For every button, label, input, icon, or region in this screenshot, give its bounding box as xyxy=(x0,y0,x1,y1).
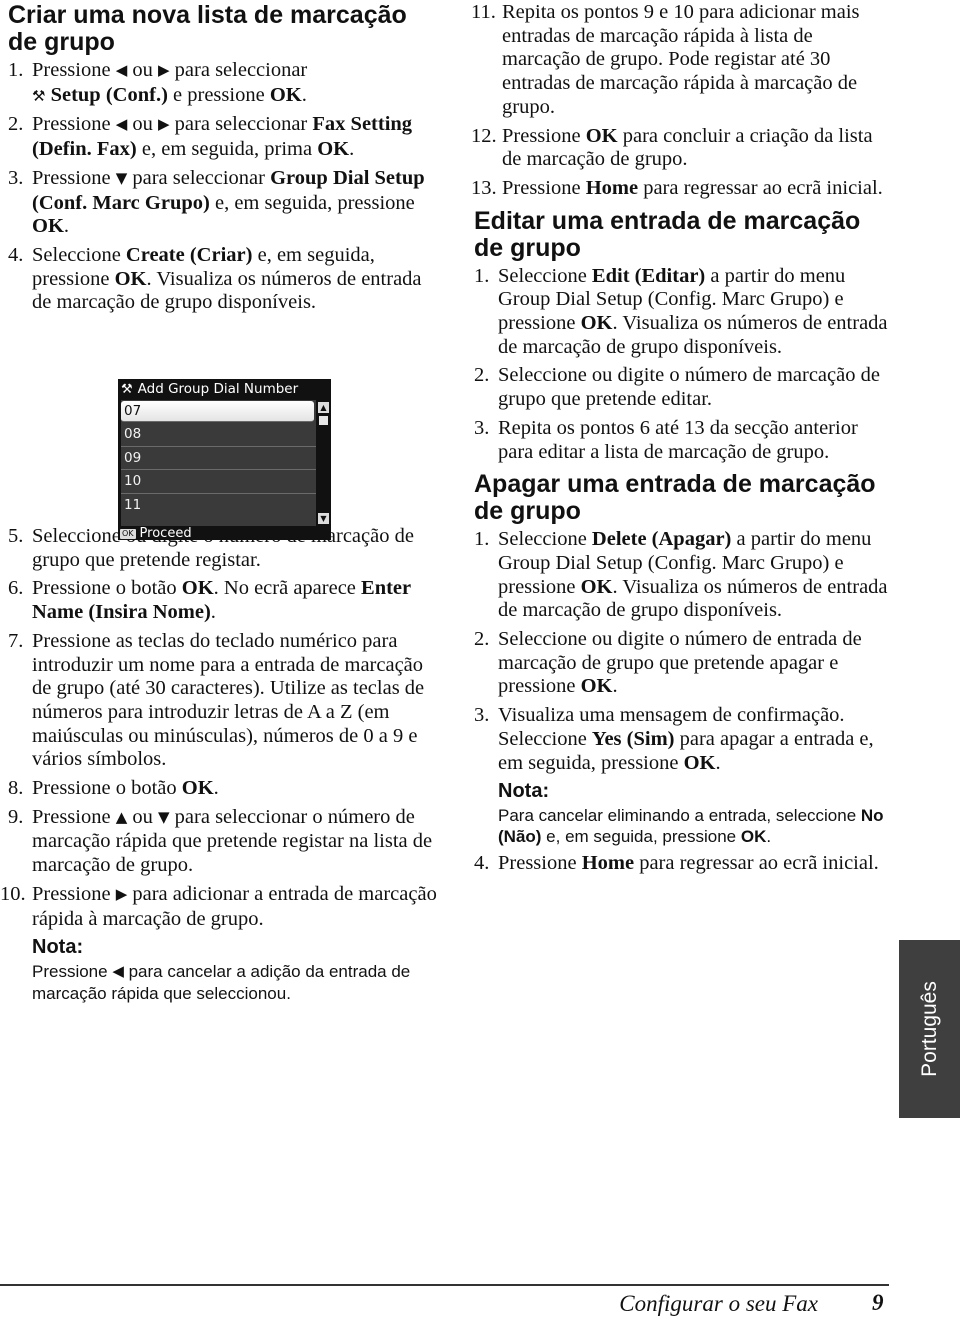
step-number: 1. xyxy=(474,264,490,287)
step-number: 1. xyxy=(474,528,490,551)
lcd-title-bar: ⚒ Add Group Dial Number xyxy=(121,380,298,399)
wrench-screwdriver-icon: ⚒ xyxy=(32,86,46,105)
step-item: 7. Pressione as teclas do teclado numéri… xyxy=(8,629,425,771)
step-item: 11. Repita os pontos 9 e 10 para adicion… xyxy=(471,1,860,118)
section-heading-delete: Apagar uma entrada de marcação de grupo xyxy=(474,470,876,526)
step-item: 2. Pressione ◀ ou ▶ para seleccionar Fax… xyxy=(8,113,413,161)
note-body: Pressione ◀ para cancelar a adição da en… xyxy=(32,962,411,1004)
step-number: 12. xyxy=(471,124,497,147)
down-arrow-icon: ▼ xyxy=(115,168,128,187)
step-number: 2. xyxy=(474,364,490,387)
lcd-list-item-selected[interactable]: 07 xyxy=(121,401,314,423)
lcd-screen-illustration: ⚒ Add Group Dial Number 07 08 09 10 11 ▲… xyxy=(118,379,331,541)
step-item: 8. Pressione o botão OK. xyxy=(8,777,219,800)
step-number: 3. xyxy=(474,416,490,439)
step-number: 4. xyxy=(8,243,24,266)
lcd-footer-label: Proceed xyxy=(139,526,192,541)
language-tab-label: Português xyxy=(917,981,941,1077)
scroll-thumb[interactable] xyxy=(319,416,328,425)
footer-divider xyxy=(0,1284,889,1286)
ok-button-icon: OK xyxy=(120,528,136,539)
step-item: 10. Pressione ▶ para adicionar a entrada… xyxy=(0,882,437,1004)
step-number: 2. xyxy=(8,113,24,136)
step-item: 1. Seleccione Edit (Editar) a partir do … xyxy=(474,264,888,358)
step-number: 5. xyxy=(8,525,24,548)
step-item: 2. Seleccione ou digite o número de marc… xyxy=(474,364,880,411)
lcd-scrollbar[interactable]: ▲ ▼ xyxy=(318,400,329,526)
lcd-title: Add Group Dial Number xyxy=(137,381,299,397)
lcd-number-list: 07 08 09 10 11 xyxy=(121,400,316,526)
step-number: 8. xyxy=(8,777,24,800)
lcd-footer: OK Proceed xyxy=(120,526,192,541)
step-item: 13. Pressione Home para regressar ao ecr… xyxy=(471,176,883,199)
lcd-list-item[interactable]: 08 xyxy=(121,423,316,447)
step-number: 10. xyxy=(0,882,26,905)
step-number: 4. xyxy=(474,852,490,875)
language-side-tab: Português xyxy=(899,940,960,1118)
step-item: 6. Pressione o botão OK. No ecrã aparece… xyxy=(8,577,411,624)
up-arrow-icon: ▲ xyxy=(115,807,128,826)
step-number: 11. xyxy=(471,1,496,23)
left-arrow-icon: ◀ xyxy=(112,962,124,981)
scroll-up-icon[interactable]: ▲ xyxy=(318,402,329,413)
step-number: 7. xyxy=(8,629,24,652)
create-steps-continued: 11. Repita os pontos 9 e 10 para adicion… xyxy=(471,1,894,201)
right-arrow-icon: ▶ xyxy=(158,115,170,134)
left-arrow-icon: ◀ xyxy=(115,61,128,79)
note-body: Para cancelar eliminando a entrada, sele… xyxy=(498,806,884,847)
footer-section-title: Configurar o seu Fax xyxy=(619,1291,818,1316)
step-item: 4. Seleccione Create (Criar) e, em segui… xyxy=(8,243,422,314)
right-arrow-icon: ▶ xyxy=(158,61,170,79)
step-number: 6. xyxy=(8,577,24,600)
step-item: 1. Pressione ◀ ou ▶ para seleccionar ⚒ S… xyxy=(8,59,308,106)
section-heading-edit: Editar uma entrada de marcação de grupo xyxy=(474,206,861,262)
lcd-list-item[interactable]: 09 xyxy=(121,447,316,471)
section-heading-create: Criar uma nova lista de marcação de grup… xyxy=(8,1,407,56)
lcd-list-item[interactable]: 11 xyxy=(121,494,316,517)
step-item: 3. Repita os pontos 6 até 13 da secção a… xyxy=(474,416,858,463)
step-number: 3. xyxy=(8,166,24,189)
edit-steps-list: 1. Seleccione Edit (Editar) a partir do … xyxy=(474,265,894,465)
wrench-screwdriver-icon: ⚒ xyxy=(121,382,133,397)
lcd-list-item[interactable]: 10 xyxy=(121,470,316,494)
step-number: 3. xyxy=(474,704,490,727)
step-item: 4. Pressione Home para regressar ao ecrã… xyxy=(474,852,879,875)
right-arrow-icon: ▶ xyxy=(115,884,128,903)
scroll-down-icon[interactable]: ▼ xyxy=(318,513,329,524)
right-column: 11. Repita os pontos 9 e 10 para adicion… xyxy=(471,0,894,876)
step-item: 3. Visualiza uma mensagem de confirmação… xyxy=(474,704,894,847)
step-number: 2. xyxy=(474,628,490,651)
delete-steps-list: 1. Seleccione Delete (Apagar) a partir d… xyxy=(474,528,894,876)
left-arrow-icon: ◀ xyxy=(115,115,128,134)
step-item: 12. Pressione OK para concluir a criação… xyxy=(471,124,873,171)
down-arrow-icon: ▼ xyxy=(158,807,170,826)
step-number: 9. xyxy=(8,805,24,828)
step-number: 1. xyxy=(8,59,24,81)
step-number: 13. xyxy=(471,176,497,199)
step-item: 3. Pressione ▼ para seleccionar Group Di… xyxy=(8,166,425,238)
step-item: 2. Seleccione ou digite o número de entr… xyxy=(474,628,862,698)
step-item: 1. Seleccione Delete (Apagar) a partir d… xyxy=(474,528,888,622)
step-item: 9. Pressione ▲ ou ▼ para seleccionar o n… xyxy=(8,805,433,877)
note-title: Nota: xyxy=(498,780,550,803)
page-number: 9 xyxy=(872,1290,884,1315)
note-title: Nota: xyxy=(32,936,84,959)
